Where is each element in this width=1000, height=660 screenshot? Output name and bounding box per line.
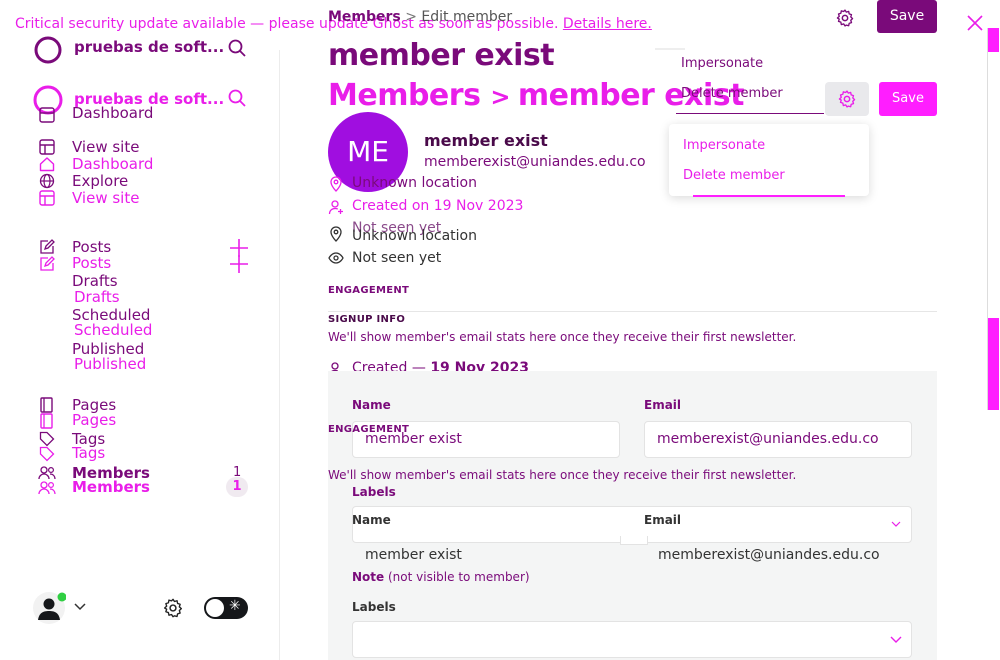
sidebar-item-scheduled[interactable]: Scheduled xyxy=(74,321,152,339)
note-label-text: Note xyxy=(352,570,385,584)
sidebar-item-pages[interactable]: Pages xyxy=(72,411,116,429)
plus-icon[interactable] xyxy=(229,254,249,274)
avatar-icon[interactable] xyxy=(32,591,66,625)
labels-select[interactable] xyxy=(352,621,912,658)
settings-gear-icon[interactable] xyxy=(162,597,184,619)
globe-icon xyxy=(39,173,55,189)
menu-item-impersonate[interactable]: Impersonate xyxy=(681,56,763,71)
security-banner-link[interactable]: Details here. xyxy=(563,16,652,32)
email-field-value: memberexist@uniandes.edu.co xyxy=(658,547,880,563)
gear-icon[interactable] xyxy=(835,8,855,28)
dropdown-shadow-edge xyxy=(655,48,685,50)
sidebar-item-dashboard[interactable]: Dashboard xyxy=(72,104,153,122)
menu-item-delete-member[interactable]: Delete member xyxy=(681,86,783,101)
member-name: member exist xyxy=(424,131,548,150)
email-stats-note: We'll show member's email stats here onc… xyxy=(328,330,797,344)
email-label: Email xyxy=(644,398,682,412)
labels-label: Labels xyxy=(352,600,396,614)
email-stats-note: We'll show member's email stats here onc… xyxy=(328,468,797,482)
site-logo-icon xyxy=(34,36,62,64)
top-breadcrumb-current: Edit member xyxy=(421,9,513,25)
tag-icon xyxy=(39,446,55,462)
search-icon[interactable] xyxy=(228,39,246,57)
theme-toggle[interactable]: ✳ xyxy=(204,597,248,619)
member-location: Unknown location xyxy=(352,228,477,244)
menu-item-delete-member[interactable]: Delete member xyxy=(683,168,785,183)
name-field-value: member exist xyxy=(365,547,462,563)
sidebar-item-drafts[interactable]: Drafts xyxy=(74,288,120,306)
sidebar-item-view-site[interactable]: View site xyxy=(72,138,139,156)
scrollbar-thumb[interactable] xyxy=(988,28,999,52)
breadcrumb-separator: > xyxy=(405,9,422,25)
section-divider xyxy=(328,311,937,312)
member-last-seen: Not seen yet xyxy=(352,250,442,266)
pencil-icon xyxy=(40,239,55,254)
chevron-down-icon xyxy=(890,636,902,643)
members-count-badge: 1 xyxy=(226,477,248,497)
member-created: Created on 19 Nov 2023 xyxy=(352,198,524,214)
chevron-down-icon[interactable] xyxy=(74,603,86,611)
location-pin-icon xyxy=(330,176,342,192)
view-site-icon xyxy=(39,139,55,155)
chevron-down-icon xyxy=(891,521,901,527)
menu-item-impersonate[interactable]: Impersonate xyxy=(683,138,765,153)
member-actions-menu: Impersonate Delete member xyxy=(669,124,869,197)
gear-icon xyxy=(838,90,856,108)
sidebar-item-posts[interactable]: Posts xyxy=(72,254,111,272)
sidebar-item-dashboard[interactable]: Dashboard xyxy=(72,155,153,173)
section-heading-signup-info: SIGNUP INFO xyxy=(328,314,406,325)
members-icon xyxy=(38,481,56,495)
sidebar-item-view-site[interactable]: View site xyxy=(72,189,139,207)
member-email: memberexist@uniandes.edu.co xyxy=(424,154,646,170)
name-label: Name xyxy=(352,398,391,412)
email-label: Email xyxy=(644,513,682,527)
field-connector xyxy=(620,536,648,545)
email-field[interactable]: memberexist@uniandes.edu.co xyxy=(644,421,912,458)
eye-icon xyxy=(328,252,344,264)
close-icon[interactable] xyxy=(967,15,983,31)
top-breadcrumb-parent[interactable]: Members xyxy=(328,9,401,25)
toggle-knob xyxy=(206,599,224,617)
dashboard-icon xyxy=(39,107,55,123)
section-heading-engagement: ENGAGEMENT xyxy=(328,285,410,296)
sidebar-divider xyxy=(279,50,280,660)
pencil-icon xyxy=(40,256,55,271)
sidebar-item-published[interactable]: Published xyxy=(74,355,146,373)
save-button-top[interactable]: Save xyxy=(877,0,937,33)
note-hint: (not visible to member) xyxy=(388,570,530,584)
sun-icon: ✳ xyxy=(229,598,241,614)
members-icon xyxy=(38,466,56,480)
section-heading-engagement: ENGAGEMENT xyxy=(328,424,410,435)
top-breadcrumb: Members > Edit member xyxy=(328,9,512,25)
scrollbar-thumb[interactable] xyxy=(988,318,999,410)
save-button[interactable]: Save xyxy=(879,82,937,116)
location-pin-icon xyxy=(330,226,342,242)
tag-icon xyxy=(39,431,55,447)
member-location: Unknown location xyxy=(352,175,477,191)
pages-icon xyxy=(40,397,53,413)
sidebar-item-explore[interactable]: Explore xyxy=(72,172,128,190)
labels-label: Labels xyxy=(352,485,396,499)
name-label: Name xyxy=(352,513,391,527)
view-site-icon xyxy=(39,190,55,206)
email-field-value: memberexist@uniandes.edu.co xyxy=(657,431,879,447)
sidebar-item-members[interactable]: Members xyxy=(72,478,150,496)
breadcrumb-parent[interactable]: Members xyxy=(328,78,481,113)
pages-icon xyxy=(40,413,53,429)
home-icon xyxy=(39,157,55,172)
breadcrumb-separator: > xyxy=(490,83,518,111)
search-icon[interactable] xyxy=(228,89,246,107)
note-label: Note (not visible to member) xyxy=(352,570,530,584)
member-actions-button[interactable] xyxy=(825,82,869,116)
page-title: member exist xyxy=(328,38,555,73)
menu-underline xyxy=(693,195,845,197)
menu-underline xyxy=(676,113,824,114)
site-name[interactable]: pruebas de soft... xyxy=(74,38,224,56)
user-add-icon xyxy=(328,200,343,215)
sidebar-item-tags[interactable]: Tags xyxy=(72,444,105,462)
